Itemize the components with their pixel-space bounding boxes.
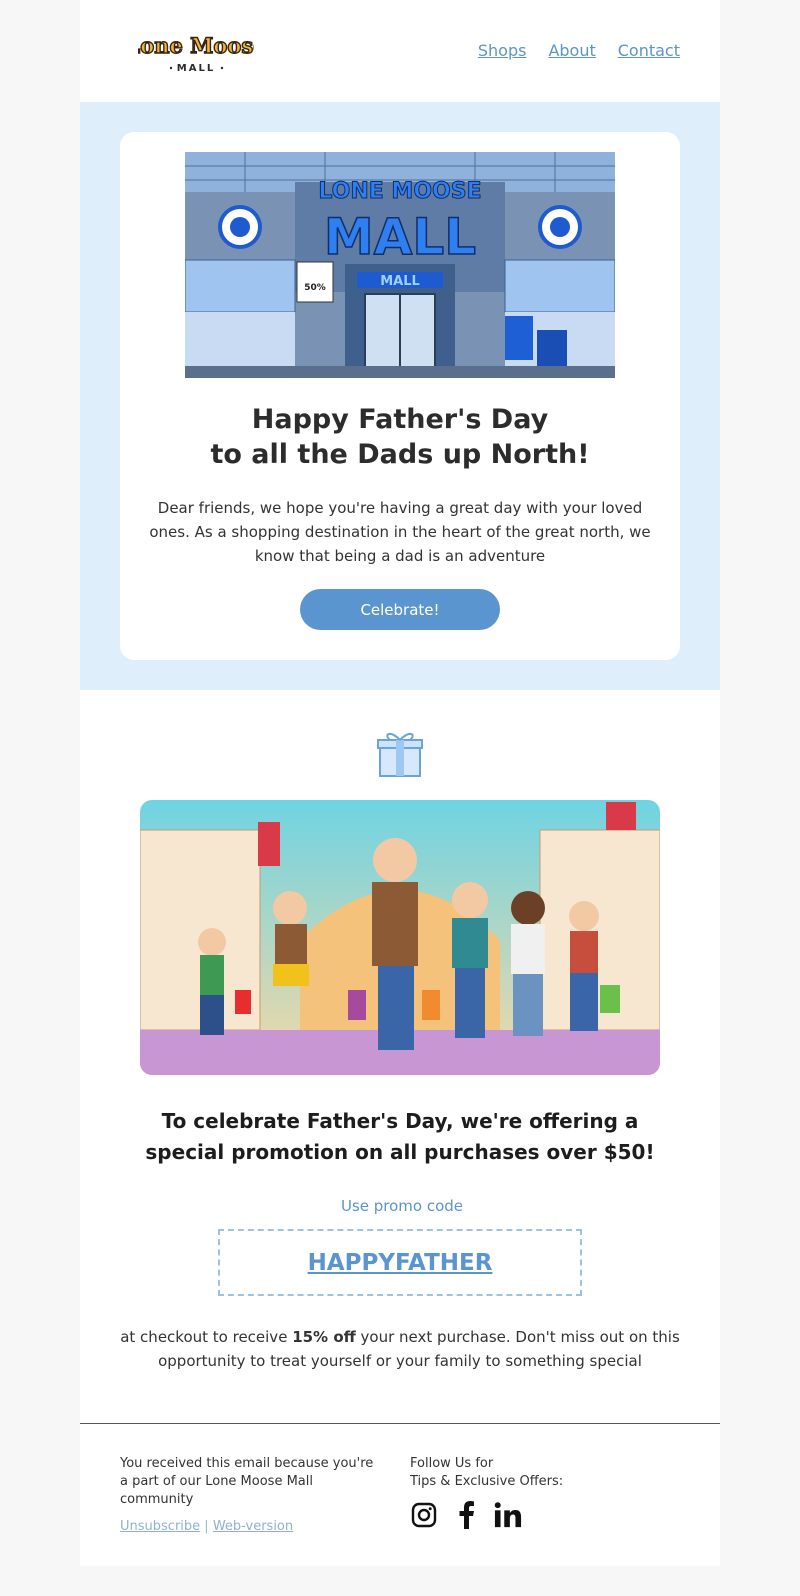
gift-icon — [377, 733, 423, 777]
email-header: Lone Moose MALL Shops About Contact — [80, 0, 720, 102]
hero-section: LONE MOOSE MALL MALL 50% Happy Father's … — [80, 102, 720, 690]
svg-text:MALL: MALL — [324, 208, 476, 266]
hero-title-line1: Happy Father's Day — [251, 404, 549, 435]
top-nav: Shops About Contact — [478, 41, 680, 60]
nav-about-link[interactable]: About — [548, 41, 595, 60]
nav-contact-link[interactable]: Contact — [618, 41, 680, 60]
promo-body-text: at checkout to receive 15% off your next… — [120, 1325, 680, 1373]
follow-us-line1: Follow Us for — [410, 1456, 494, 1471]
svg-text:LONE MOOSE: LONE MOOSE — [318, 179, 481, 204]
promo-discount: 15% off — [292, 1328, 356, 1346]
hero-title-line2: to all the Dads up North! — [210, 439, 590, 470]
footer-links: Unsubscribe | Web-version — [120, 1519, 293, 1534]
footer-divider — [80, 1423, 720, 1424]
svg-text:50%: 50% — [304, 283, 326, 293]
promo-code-box: HAPPYFATHER — [218, 1229, 582, 1296]
unsubscribe-link[interactable]: Unsubscribe — [120, 1519, 200, 1534]
follow-us-text: Follow Us for Tips & Exclusive Offers: — [410, 1455, 670, 1491]
follow-us-line2: Tips & Exclusive Offers: — [410, 1474, 564, 1489]
svg-text:MALL: MALL — [380, 274, 420, 289]
nav-shops-link[interactable]: Shops — [478, 41, 527, 60]
family-shopping-image[interactable] — [140, 800, 660, 1075]
promo-code-link[interactable]: HAPPYFATHER — [308, 1250, 493, 1276]
promo-body-before: at checkout to receive — [120, 1328, 293, 1346]
linkedin-icon[interactable] — [494, 1500, 522, 1530]
footer-notice: You received this email because you're a… — [120, 1456, 374, 1507]
web-version-link[interactable]: Web-version — [213, 1519, 293, 1534]
svg-text:Lone Moose: Lone Moose — [138, 33, 254, 58]
promo-title: To celebrate Father's Day, we're offerin… — [145, 1109, 655, 1164]
lone-moose-logo[interactable]: Lone Moose MALL — [138, 27, 254, 75]
instagram-icon[interactable] — [410, 1500, 438, 1530]
facebook-icon[interactable] — [452, 1500, 480, 1530]
email-container: Lone Moose MALL Shops About Contact — [80, 0, 720, 1566]
hero-card: LONE MOOSE MALL MALL 50% Happy Father's … — [120, 132, 680, 660]
mall-storefront-image[interactable]: LONE MOOSE MALL MALL 50% — [185, 152, 615, 378]
celebrate-button[interactable]: Celebrate! — [300, 589, 500, 630]
hero-title: Happy Father's Day to all the Dads up No… — [120, 402, 680, 472]
svg-text:MALL: MALL — [177, 63, 215, 74]
hero-body-text: Dear friends, we hope you're having a gr… — [149, 499, 651, 565]
social-links — [410, 1500, 522, 1530]
promo-code-label: Use promo code — [340, 1197, 464, 1215]
footer-link-separator: | — [204, 1519, 209, 1534]
